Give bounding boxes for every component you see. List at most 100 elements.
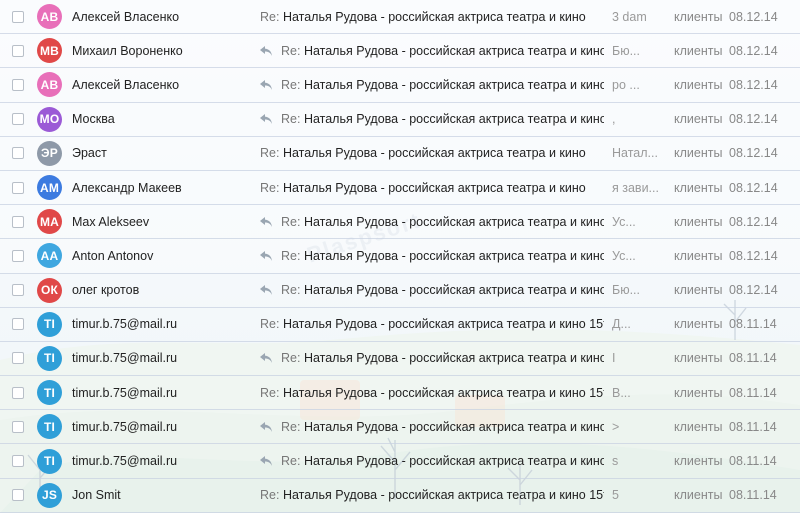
message-row[interactable]: JS Jon Smit Re: Наталья Рудова - российска…	[0, 478, 800, 513]
message-row[interactable]: МВ Михаил Вороненко Re: Наталья Рудова - р…	[0, 34, 800, 69]
avatar: АВ	[37, 4, 62, 30]
message-row[interactable]: TI timur.b.75@mail.ru Re: Наталья Рудова -…	[0, 307, 800, 342]
message-date: 08.11.14	[729, 454, 777, 469]
select-checkbox[interactable]	[12, 10, 24, 23]
subject-text: Наталья Рудова - российская актриса теат…	[282, 146, 586, 161]
sender-name: Jon Smit	[72, 488, 121, 503]
select-checkbox[interactable]	[12, 78, 24, 91]
reply-icon	[259, 216, 273, 228]
reply-prefix: Re:	[260, 385, 280, 400]
message-row[interactable]: МО Москва Re: Наталья Рудова - российская …	[0, 102, 800, 137]
message-snippet: Натал...	[612, 146, 658, 161]
folder-label: клиенты	[674, 214, 723, 229]
avatar: TI	[37, 414, 62, 440]
message-row[interactable]: ЭР Эраст Re: Наталья Рудова - российская а…	[0, 136, 800, 171]
message-row[interactable]: AA Anton Antonov Re: Наталья Рудова - росс…	[0, 239, 800, 274]
folder-label: клиенты	[674, 385, 723, 400]
message-snippet: I	[612, 351, 616, 366]
sender-name: Max Alekseev	[72, 214, 150, 229]
message-row[interactable]: TI timur.b.75@mail.ru Re: Наталья Рудова -…	[0, 341, 800, 377]
message-snippet: ро ...	[612, 77, 640, 92]
folder-label: клиенты	[674, 283, 723, 298]
reply-prefix: Re:	[260, 180, 280, 195]
subject: Re: Наталья Рудова - российская актриса …	[260, 181, 604, 195]
subject-text: Наталья Рудова - российская актриса теат…	[303, 214, 604, 229]
message-date: 08.11.14	[729, 419, 777, 434]
reply-icon	[259, 250, 273, 262]
avatar: МВ	[37, 38, 62, 64]
subject-text: Наталья Рудова - российская актриса теат…	[303, 43, 604, 58]
select-checkbox[interactable]	[12, 284, 24, 297]
message-row[interactable]: MA Max Alekseev Re: Наталья Рудова - росси…	[0, 205, 800, 240]
folder-label: клиенты	[674, 351, 723, 366]
reply-prefix: Re:	[281, 351, 301, 366]
sender-name: Эраст	[72, 146, 107, 161]
message-date: 08.12.14	[729, 43, 778, 58]
message-row[interactable]: АМ Александр Макеев Re: Наталья Рудова - р…	[0, 170, 800, 206]
reply-icon	[259, 113, 273, 125]
select-checkbox[interactable]	[12, 352, 24, 365]
subject-text: Наталья Рудова - российская актриса теат…	[303, 419, 604, 434]
avatar: АМ	[37, 175, 62, 201]
reply-prefix: Re:	[281, 43, 301, 58]
sender-name: timur.b.75@mail.ru	[72, 454, 178, 469]
message-snippet: ѕ	[612, 454, 619, 469]
avatar: TI	[37, 311, 62, 337]
sender-name: timur.b.75@mail.ru	[72, 385, 178, 400]
message-row[interactable]: ОК олег кротов Re: Наталья Рудова - россий…	[0, 273, 800, 308]
message-snippet: В...	[612, 385, 631, 400]
select-checkbox[interactable]	[12, 113, 24, 126]
subject-text: Наталья Рудова - российская актриса теат…	[303, 112, 604, 127]
folder-label: клиенты	[674, 317, 723, 332]
folder-label: клиенты	[674, 77, 723, 92]
select-checkbox[interactable]	[12, 386, 24, 399]
message-row[interactable]: АВ Алексей Власенко Re: Наталья Рудова - р…	[0, 0, 800, 35]
subject: Re: Наталья Рудова - российская актриса …	[260, 386, 604, 400]
message-date: 08.11.14	[729, 385, 777, 400]
avatar: АВ	[37, 72, 62, 98]
message-row[interactable]: TI timur.b.75@mail.ru Re: Наталья Рудова -…	[0, 410, 800, 445]
mail-list: Plaspsort АВАлексей ВласенкоRe: Наталья …	[0, 0, 800, 513]
reply-prefix: Re:	[260, 9, 280, 24]
select-checkbox[interactable]	[12, 215, 24, 228]
sender-name: олег кротов	[72, 283, 140, 298]
message-date: 08.12.14	[729, 180, 778, 195]
sender-name: timur.b.75@mail.ru	[72, 317, 178, 332]
folder-label: клиенты	[674, 112, 723, 127]
message-row[interactable]: АВ Алексей Власенко Re: Наталья Рудова - р…	[0, 68, 800, 103]
sender-name: Москва	[72, 112, 115, 127]
sender-name: Алексей Власенко	[72, 9, 180, 24]
select-checkbox[interactable]	[12, 420, 24, 433]
select-checkbox[interactable]	[12, 44, 24, 57]
message-date: 08.12.14	[729, 146, 778, 161]
select-checkbox[interactable]	[12, 455, 24, 468]
avatar: TI	[37, 448, 62, 474]
select-checkbox[interactable]	[12, 318, 24, 331]
select-checkbox[interactable]	[12, 489, 24, 502]
message-row[interactable]: TI timur.b.75@mail.ru Re: Наталья Рудова -…	[0, 444, 800, 479]
message-row[interactable]: TI timur.b.75@mail.ru Re: Наталья Рудова -…	[0, 376, 800, 411]
message-date: 08.11.14	[729, 488, 777, 503]
subject: Re: Наталья Рудова - российская актриса …	[281, 112, 604, 126]
select-checkbox[interactable]	[12, 249, 24, 262]
avatar: MA	[37, 209, 62, 235]
reply-icon	[259, 352, 273, 364]
reply-icon	[259, 79, 273, 91]
reply-prefix: Re:	[281, 419, 301, 434]
reply-prefix: Re:	[281, 214, 301, 229]
select-checkbox[interactable]	[12, 181, 24, 194]
subject-text: Наталья Рудова - российская актриса теат…	[282, 317, 604, 332]
select-checkbox[interactable]	[12, 147, 24, 160]
avatar: ОК	[37, 277, 62, 303]
reply-icon	[259, 421, 273, 433]
subject: Re: Наталья Рудова - российская актриса …	[281, 351, 604, 365]
subject: Re: Наталья Рудова - российская актриса …	[260, 146, 604, 160]
subject-text: Наталья Рудова - российская актриса теат…	[303, 248, 604, 263]
reply-prefix: Re:	[281, 112, 301, 127]
avatar: AA	[37, 243, 62, 269]
message-snippet: 5	[612, 488, 619, 503]
avatar: JS	[37, 482, 62, 508]
reply-prefix: Re:	[281, 77, 301, 92]
message-snippet: Бю...	[612, 283, 640, 298]
avatar: ЭР	[37, 140, 62, 166]
